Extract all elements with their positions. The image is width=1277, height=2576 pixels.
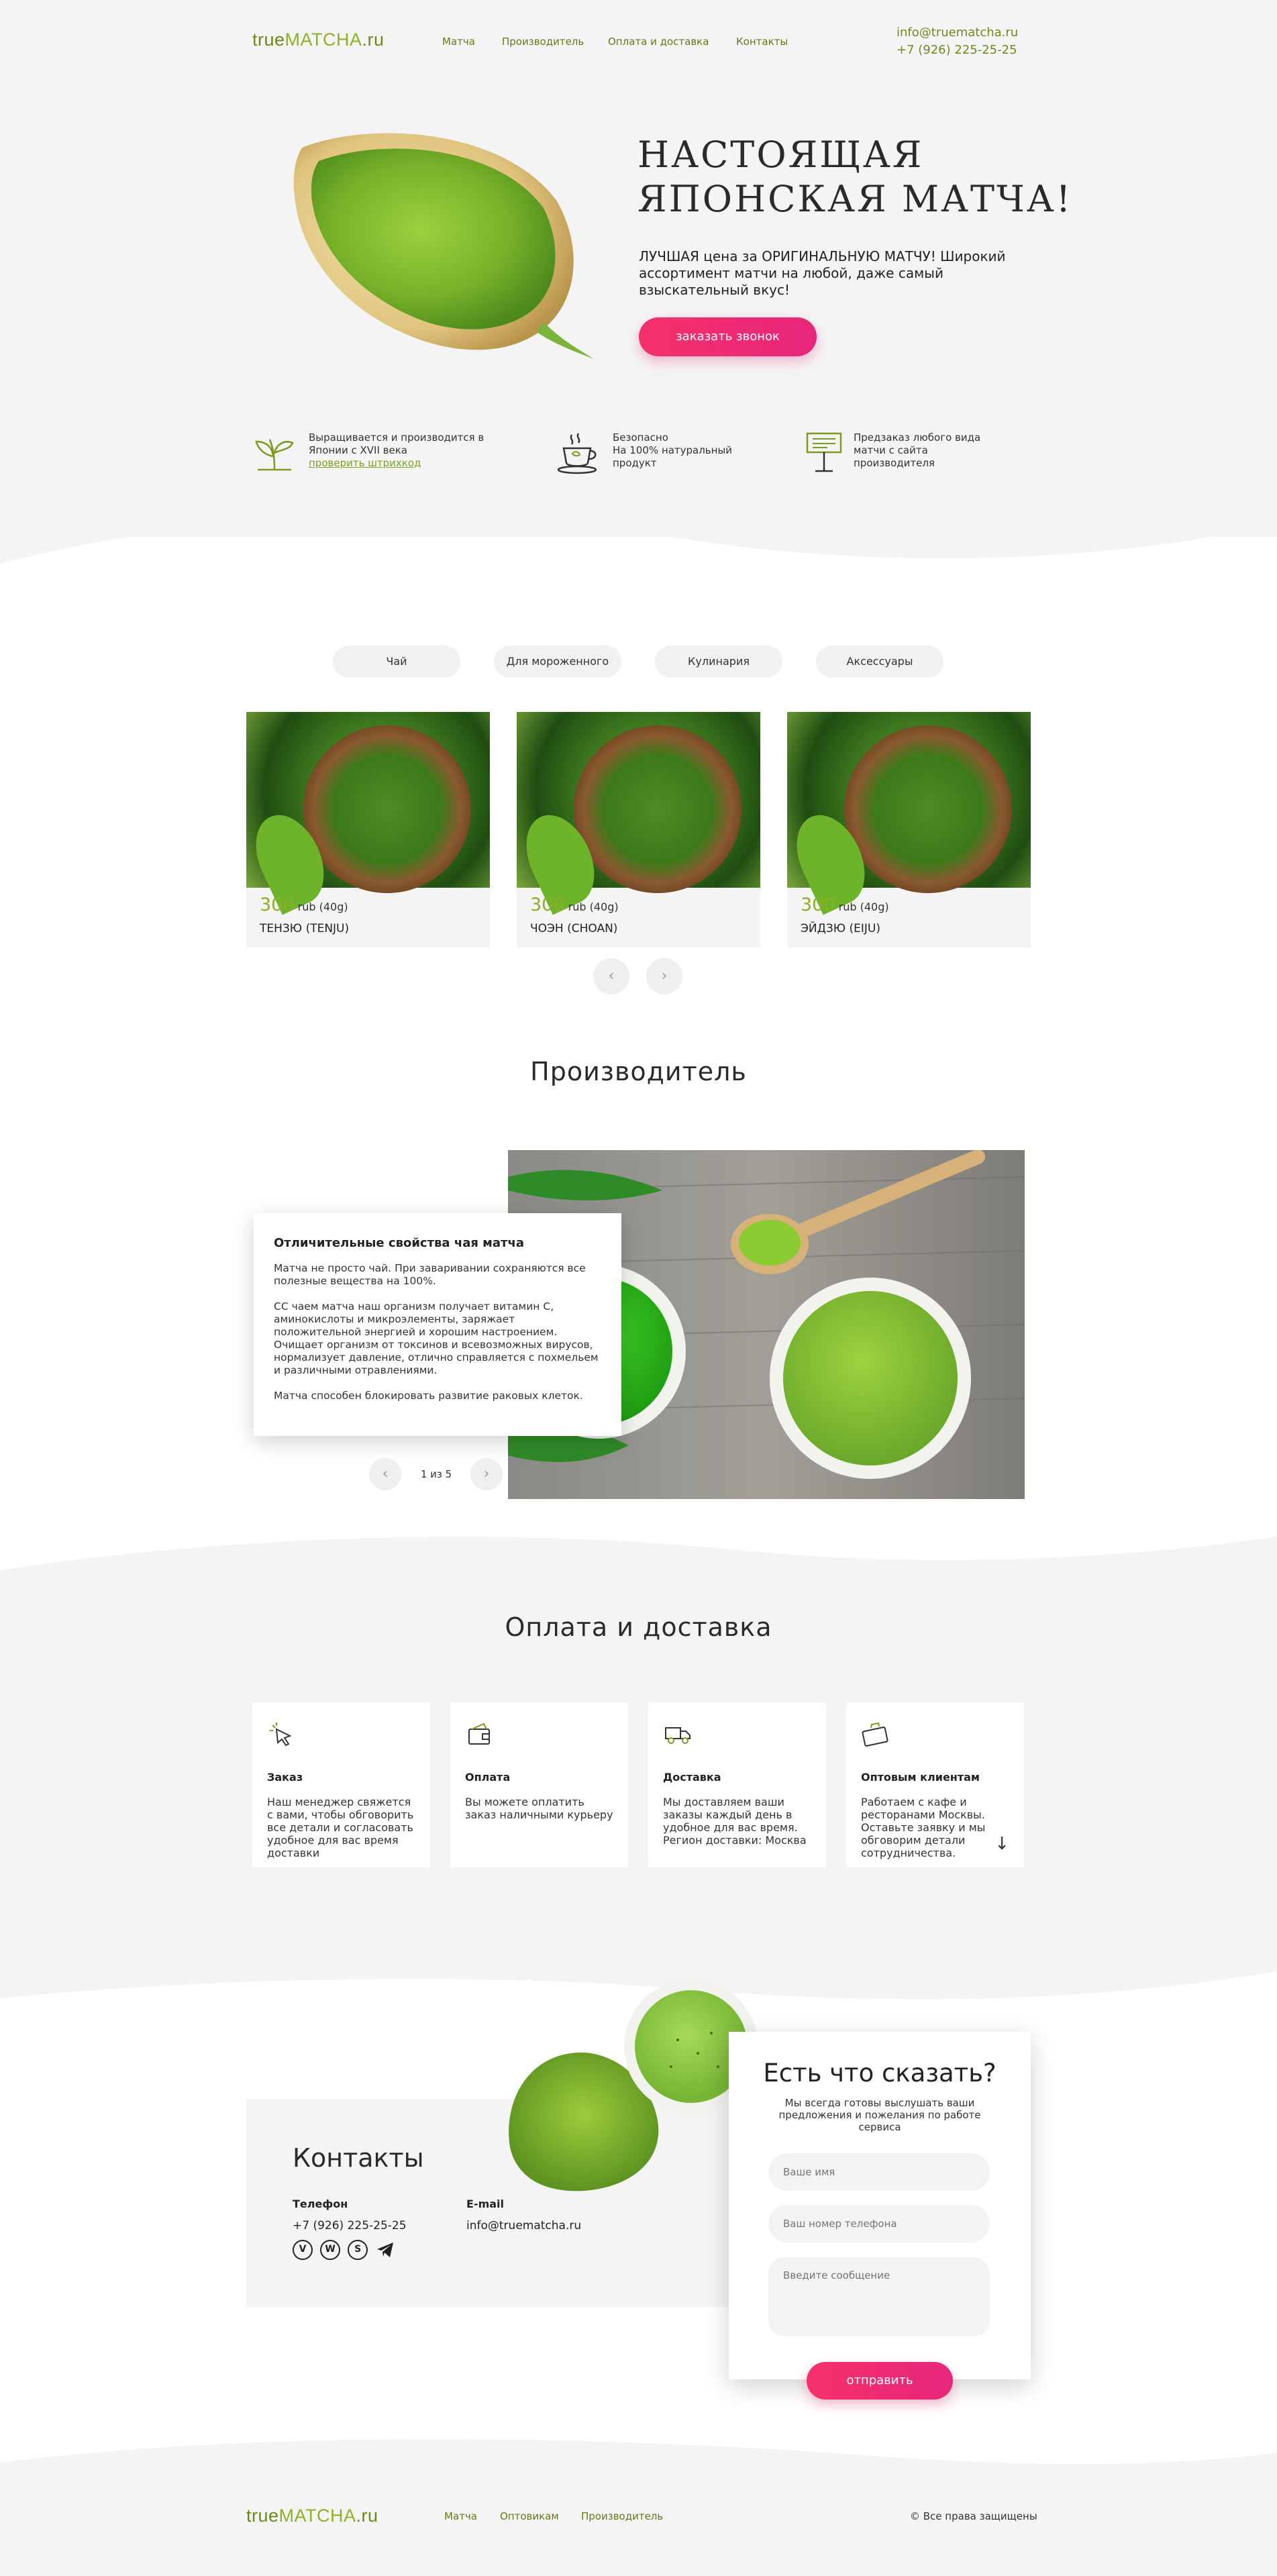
footer-logo[interactable]: trueMATCHA.ru — [246, 2506, 378, 2526]
product-card-choan[interactable]: 300 rub (40g) ЧОЭН (CHOAN) — [517, 712, 760, 947]
delivery-card-text: Работаем с кафе и ресторанами Москвы. Ос… — [861, 1796, 986, 1859]
tab-cooking[interactable]: Кулинария — [655, 646, 782, 678]
delivery-card-text: Наш менеджер свяжется с вами, чтобы обго… — [267, 1796, 414, 1859]
product-price: 300 — [260, 894, 295, 915]
product-image — [787, 712, 1031, 915]
tab-ice-cream[interactable]: Для мороженного — [494, 646, 621, 678]
header-phone[interactable]: +7 (926) 225-25-25 — [897, 42, 1017, 59]
cursor-click-icon — [270, 1722, 292, 1747]
delivery-card-shipping: Доставка Мы доставляем ваши заказы кажды… — [648, 1702, 826, 1867]
delivery-heading: Оплата и доставка — [505, 1612, 772, 1642]
catalog-next-button[interactable]: › — [646, 958, 682, 994]
footer-background — [0, 2482, 1277, 2576]
product-unit: rub (40g) — [838, 900, 889, 913]
product-name: ЭЙДЗЮ (EIJU) — [801, 922, 880, 935]
delivery-card-title: Оплата — [465, 1771, 511, 1784]
nav-producer[interactable]: Производитель — [502, 36, 584, 48]
delivery-card-title: Заказ — [267, 1771, 303, 1784]
product-image — [517, 712, 760, 915]
product-unit: rub (40g) — [297, 900, 348, 913]
viber-icon[interactable]: V — [293, 2240, 313, 2260]
form-title: Есть что сказать? — [763, 2059, 997, 2088]
contact-email[interactable]: info@truematcha.ru — [466, 2219, 581, 2232]
product-price: 300 — [801, 894, 835, 915]
producer-prev-button[interactable]: ‹ — [369, 1458, 401, 1490]
feature-preorder: Предзаказ любого вида матчи с сайта прои… — [854, 431, 981, 469]
sprout-icon — [255, 439, 294, 471]
properties-paragraph: Матча не просто чай. При заваривании сох… — [274, 1262, 586, 1287]
product-price: 300 — [530, 894, 565, 915]
contacts-heading: Контакты — [293, 2143, 424, 2173]
delivery-card-text: Мы доставляем ваши заказы каждый день в … — [663, 1796, 807, 1847]
copyright: © Все права защищены — [910, 2510, 1037, 2522]
footer-nav-producer[interactable]: Производитель — [581, 2510, 663, 2522]
product-card-tenju[interactable]: 300 rub (40g) ТЕНЗЮ (TENJU) — [246, 712, 490, 947]
hero-wave — [0, 510, 1277, 564]
matcha-leaf-bowl-image — [293, 133, 594, 359]
whatsapp-icon[interactable]: W — [320, 2240, 341, 2260]
hero-title: НАСТОЯЩАЯ ЯПОНСКАЯ МАТЧА! — [637, 134, 1073, 220]
scroll-down-arrow-icon[interactable]: ↓ — [994, 1834, 1009, 1854]
tab-accessories[interactable]: Аксессуары — [816, 646, 943, 678]
skype-icon[interactable]: S — [348, 2240, 368, 2260]
footer-nav-wholesale[interactable]: Оптовикам — [500, 2510, 559, 2522]
footer-nav-matcha[interactable]: Матча — [444, 2510, 477, 2522]
properties-title: Отличительные свойства чая матча — [274, 1236, 524, 1250]
delivery-card-text: Вы можете оплатить заказ наличными курье… — [465, 1796, 613, 1821]
submit-button[interactable]: отправить — [807, 2362, 953, 2400]
header-email[interactable]: info@truematcha.ru — [897, 24, 1018, 42]
product-image — [246, 712, 490, 915]
delivery-card-wholesale: Оптовым клиентам Работаем с кафе и ресто… — [846, 1702, 1024, 1867]
telegram-icon[interactable] — [375, 2240, 395, 2260]
contact-phone[interactable]: +7 (926) 225-25-25 — [293, 2219, 407, 2232]
producer-pager: 1 из 5 — [420, 1468, 452, 1480]
delivery-card-payment: Оплата Вы можете оплатить заказ наличным… — [450, 1702, 628, 1867]
delivery-wave-top — [0, 1537, 1277, 1584]
name-input[interactable] — [768, 2153, 990, 2191]
catalog-prev-button[interactable]: ‹ — [593, 958, 629, 994]
feature-safe: Безопасно На 100% натуральный продукт — [613, 431, 733, 469]
producer-next-button[interactable]: › — [470, 1458, 503, 1490]
feedback-form: Есть что сказать? Мы всегда готовы выслу… — [729, 2032, 1031, 2379]
matcha-properties-card: Отличительные свойства чая матча Матча н… — [254, 1213, 621, 1436]
properties-paragraph: СС чаем матча наш организм получает вита… — [274, 1300, 599, 1376]
form-subtitle: Мы всегда готовы выслушать ваши предложе… — [778, 2097, 981, 2133]
product-card-eiju[interactable]: 300 rub (40g) ЭЙДЗЮ (EIJU) — [787, 712, 1031, 947]
product-unit: rub (40g) — [568, 900, 619, 913]
truck-icon — [665, 1727, 691, 1744]
delivery-card-title: Доставка — [663, 1771, 721, 1784]
order-call-button[interactable]: заказать звонок — [639, 317, 817, 356]
phone-input[interactable] — [768, 2205, 990, 2243]
product-name: ЧОЭН (CHOAN) — [530, 922, 618, 935]
feature-origin: Выращивается и производится в Японии с X… — [309, 431, 484, 469]
tab-tea[interactable]: Чай — [333, 646, 460, 678]
phone-label: Телефон — [293, 2198, 348, 2210]
message-input[interactable] — [768, 2257, 990, 2336]
briefcase-icon — [862, 1722, 888, 1747]
check-barcode-link[interactable]: проверить штрихкод — [309, 457, 421, 469]
tea-cup-icon — [557, 433, 597, 474]
product-name: ТЕНЗЮ (TENJU) — [260, 922, 350, 935]
nav-payment-delivery[interactable]: Оплата и доставка — [608, 36, 709, 48]
producer-heading: Производитель — [530, 1057, 747, 1086]
delivery-card-title: Оптовым клиентам — [861, 1771, 980, 1784]
messenger-icons: V W S — [293, 2240, 395, 2260]
nav-contacts[interactable]: Контакты — [736, 36, 788, 48]
wallet-icon — [468, 1722, 490, 1745]
delivery-card-order: Заказ Наш менеджер свяжется с вами, чтоб… — [252, 1702, 430, 1867]
email-label: E-mail — [466, 2198, 505, 2210]
footer-wave — [0, 2439, 1277, 2483]
nav-matcha[interactable]: Матча — [442, 36, 475, 48]
sign-board-icon — [806, 432, 842, 472]
hero-subtitle: ЛУЧШАЯ цена за ОРИГИНАЛЬНУЮ МАТЧУ! Широк… — [639, 248, 1006, 298]
properties-paragraph: Матча способен блокировать развитие рако… — [274, 1390, 583, 1402]
logo[interactable]: trueMATCHA.ru — [252, 30, 385, 50]
